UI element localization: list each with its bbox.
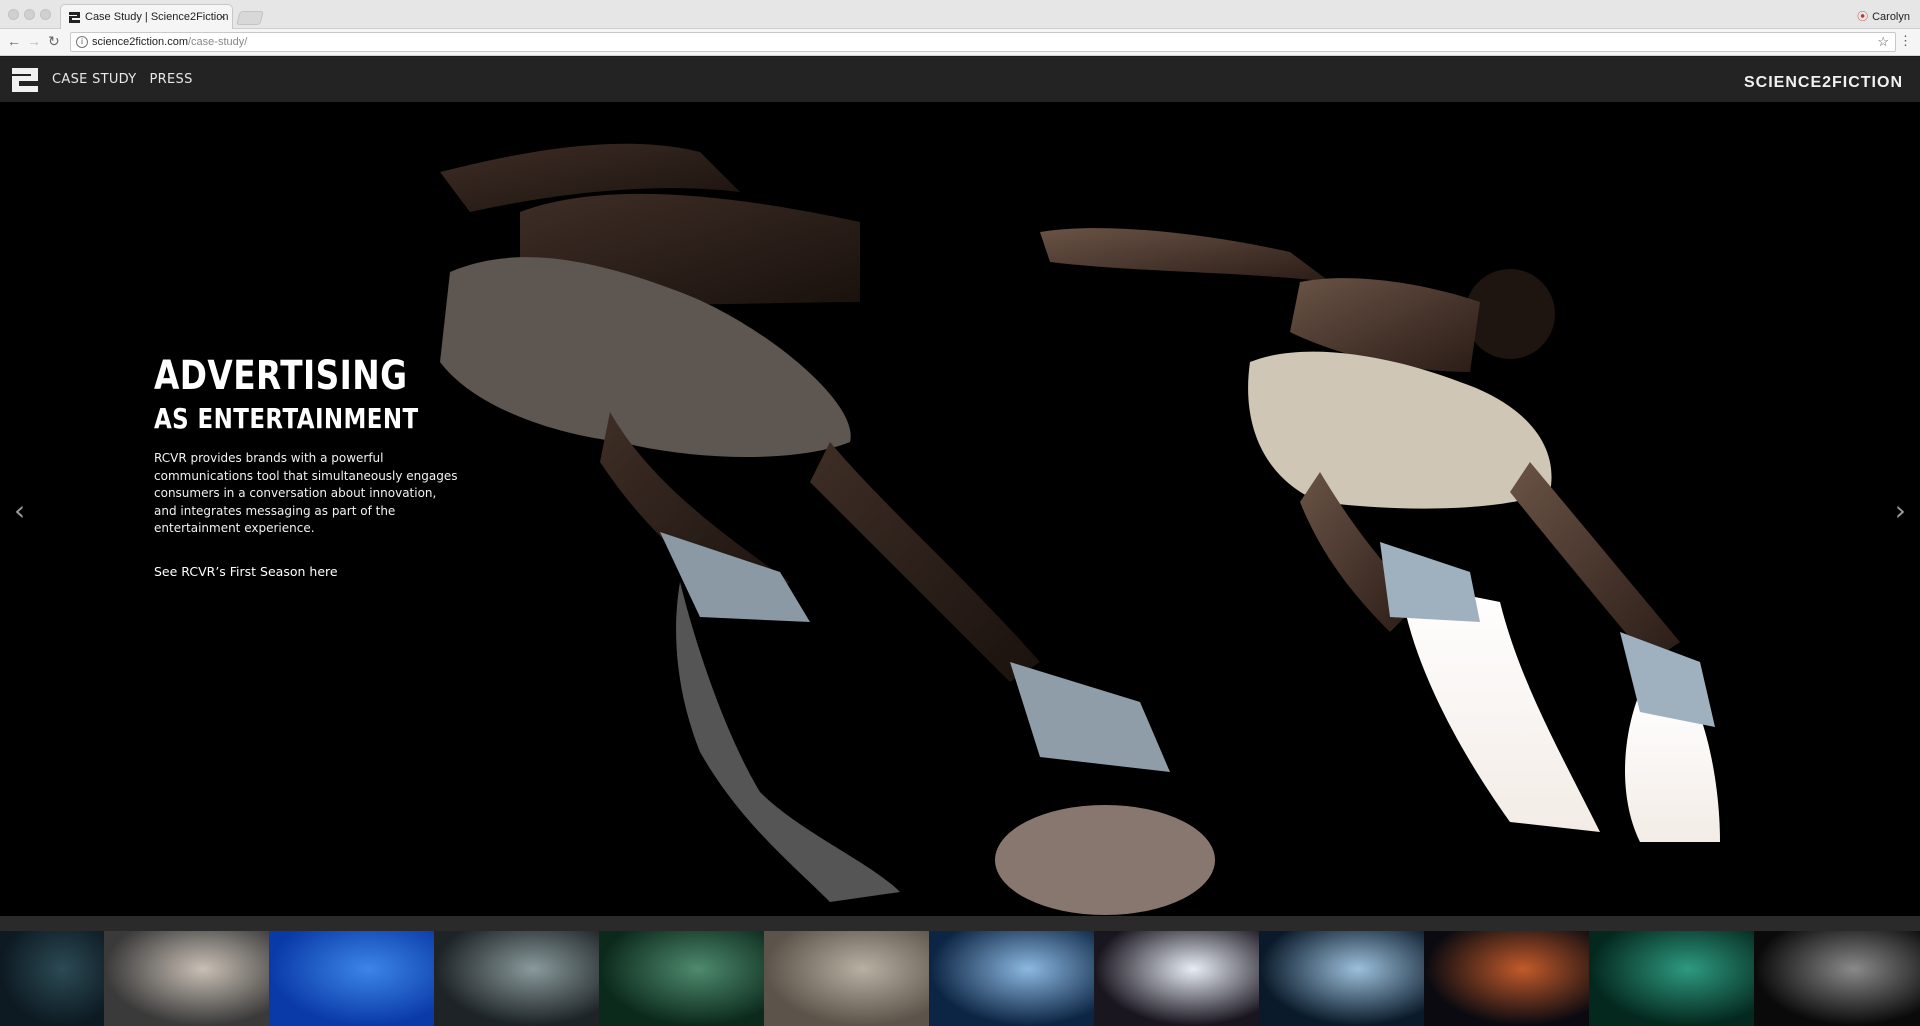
profile-button[interactable]: ⦿ Carolyn bbox=[1857, 8, 1910, 24]
profile-name: Carolyn bbox=[1872, 11, 1910, 23]
hero-description: RCVR provides brands with a powerful com… bbox=[154, 451, 458, 535]
thumbnail-7[interactable] bbox=[929, 931, 1094, 1026]
window-close-icon[interactable] bbox=[8, 9, 19, 20]
browser-toolbar: ← → ↻ i science2fiction.com/case-study/ … bbox=[0, 29, 1920, 56]
nav-press[interactable]: PRESS bbox=[150, 72, 193, 87]
thumbnail-12[interactable] bbox=[1754, 931, 1920, 1026]
window-zoom-icon[interactable] bbox=[40, 9, 51, 20]
thumbnail-6[interactable] bbox=[764, 931, 929, 1026]
science2fiction-logo-icon[interactable] bbox=[12, 68, 38, 92]
address-bar[interactable]: i science2fiction.com/case-study/ ☆ bbox=[70, 32, 1896, 52]
first-season-link[interactable]: See RCVR’s First Season here bbox=[154, 564, 338, 579]
tab-close-icon[interactable]: × bbox=[219, 10, 226, 24]
thumbnail-3[interactable] bbox=[269, 931, 434, 1026]
browser-titlebar: Case Study | Science2Fiction × ⦿ Carolyn bbox=[0, 0, 1920, 30]
thumbnail-10[interactable] bbox=[1424, 931, 1589, 1026]
back-icon[interactable]: ← bbox=[7, 33, 21, 49]
thumbnail-4[interactable] bbox=[434, 931, 599, 1026]
site-favicon-icon bbox=[69, 12, 81, 23]
tab-title: Case Study | Science2Fiction bbox=[85, 11, 229, 23]
profile-icon: ⦿ bbox=[1857, 11, 1869, 23]
new-tab-button[interactable] bbox=[236, 11, 264, 25]
thumbnail-9[interactable] bbox=[1259, 931, 1424, 1026]
nav-case-study[interactable]: CASE STUDY bbox=[52, 72, 137, 87]
thumbnail-2[interactable] bbox=[104, 931, 269, 1026]
brand-wordmark[interactable]: SCIENCE2FICTION bbox=[1744, 74, 1903, 92]
reload-icon[interactable]: ↻ bbox=[48, 33, 60, 50]
bookmark-star-icon[interactable]: ☆ bbox=[1877, 34, 1889, 50]
next-slide-icon[interactable]: › bbox=[1895, 494, 1906, 527]
thumbnail-11[interactable] bbox=[1589, 931, 1754, 1026]
thumbnail-strip bbox=[0, 931, 1920, 1026]
thumbnail-1[interactable] bbox=[0, 931, 104, 1026]
thumbnail-8[interactable] bbox=[1094, 931, 1259, 1026]
window-minimize-icon[interactable] bbox=[24, 9, 35, 20]
site-header: CASE STUDY PRESS SCIENCE2FICTION bbox=[0, 57, 1920, 102]
thumbnail-5[interactable] bbox=[599, 931, 764, 1026]
prev-slide-icon[interactable]: ‹ bbox=[14, 494, 25, 527]
browser-menu-icon[interactable]: ⋮ bbox=[1899, 33, 1912, 49]
hero-subtitle: AS ENTERTAINMENT bbox=[154, 402, 419, 435]
hero-slide: ADVERTISING AS ENTERTAINMENT RCVR provid… bbox=[0, 102, 1920, 916]
site-nav: CASE STUDY PRESS bbox=[52, 72, 193, 87]
site-info-icon[interactable]: i bbox=[76, 36, 88, 48]
hero-title: ADVERTISING bbox=[154, 353, 408, 399]
url-text: science2fiction.com/case-study/ bbox=[92, 36, 248, 48]
forward-icon[interactable]: → bbox=[27, 33, 41, 49]
browser-tab-active[interactable]: Case Study | Science2Fiction × bbox=[60, 4, 233, 30]
strip-divider bbox=[0, 916, 1920, 931]
